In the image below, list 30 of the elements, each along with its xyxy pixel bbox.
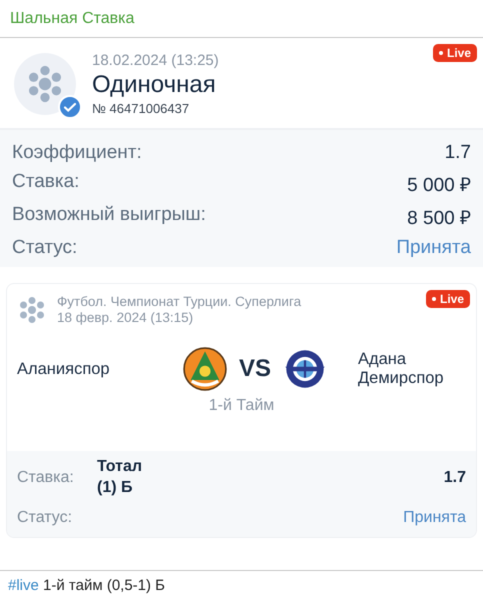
bet-label: Статус: xyxy=(17,508,74,527)
live-badge: Live xyxy=(432,44,477,62)
caption-text: 1-й тайм (0,5-1) Б xyxy=(43,577,166,594)
hashtag-link[interactable]: #live xyxy=(8,577,39,594)
summary-label: Ставка: xyxy=(12,171,80,194)
bet-date: 18.02.2024 (13:25) xyxy=(92,52,219,69)
league-name: Футбол. Чемпионат Турции. Суперлига xyxy=(57,294,302,309)
ball-avatar-icon xyxy=(14,53,76,115)
match-period: 1-й Тайм xyxy=(208,397,274,415)
football-icon xyxy=(17,294,47,324)
bet-label: Ставка: xyxy=(17,468,75,487)
bet-status: Принята xyxy=(403,508,466,527)
live-badge: Live xyxy=(426,290,470,308)
bet-type: Одиночная xyxy=(92,71,217,99)
bet-odds: 1.7 xyxy=(444,468,466,487)
channel-title: Шальная Ставка xyxy=(10,10,134,28)
home-team: Аланияспор xyxy=(17,360,111,378)
summary-value: 5 000 ₽ xyxy=(407,174,471,197)
event-date: 18 февр. 2024 (13:15) xyxy=(57,310,194,325)
summary-value: Принята xyxy=(396,237,471,259)
versus-label: VS xyxy=(238,355,271,383)
summary-label: Возможный выигрыш: xyxy=(12,204,206,227)
crest-icon xyxy=(182,347,227,391)
bet-number: № 46471006437 xyxy=(92,101,190,116)
summary-value: 8 500 ₽ xyxy=(407,207,471,230)
summary-value: 1.7 xyxy=(444,142,471,164)
away-team: Адана Демирспор xyxy=(358,350,445,388)
summary-label: Статус: xyxy=(12,237,78,259)
summary-label: Коэффициент: xyxy=(12,142,142,164)
bet-pick: Тотал (1) Б xyxy=(97,457,144,498)
